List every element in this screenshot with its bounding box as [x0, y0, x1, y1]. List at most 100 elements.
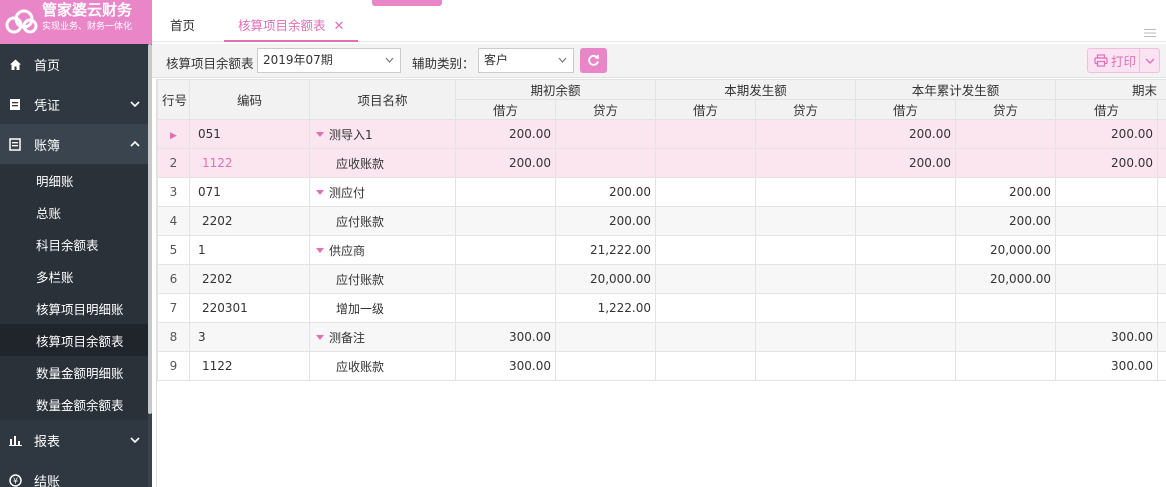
table-row[interactable]: ▶ 051 测导入1 200.00 200.00 200.00 — [157, 119, 1166, 149]
balance-grid: 行号 编码 项目名称 期初余额 本期发生额 本年累计发生额 期末 借方 贷方 借… — [156, 79, 1166, 487]
sub-item-project-detail[interactable]: 核算项目明细账 — [0, 292, 152, 324]
table-row[interactable]: 7 220301 增加一级 1,222.00 — [157, 293, 1166, 323]
main-area: 首页 核算项目余额表 ✕ 核算项目余额表 2019年07期 辅助类别： 客户 打… — [152, 0, 1166, 487]
expand-triangle-icon[interactable] — [316, 189, 324, 195]
table-row[interactable]: 9 1122 应收账款 300.00 300.00 — [157, 351, 1166, 381]
cell-cl-d — [1055, 177, 1159, 207]
cell-rownum: 4 — [157, 206, 190, 236]
header-accent-button[interactable] — [372, 0, 442, 6]
cell-rownum: 2 — [157, 148, 190, 178]
cell-project-name[interactable]: 应收账款 — [309, 351, 456, 381]
cell-project-name[interactable]: 应付账款 — [309, 206, 456, 236]
refresh-icon — [588, 54, 599, 66]
cell-rownum: 3 — [157, 177, 190, 207]
expand-triangle-icon[interactable] — [316, 131, 324, 137]
cell-ob-c: 20,000.00 — [554, 264, 657, 294]
sub-item-general-ledger[interactable]: 总账 — [0, 196, 152, 228]
cell-project-name[interactable]: 供应商 — [309, 235, 456, 265]
cell-ytd-d: 200.00 — [855, 148, 957, 178]
project-name-label: 测备注 — [329, 330, 366, 345]
project-name-label: 应收账款 — [336, 359, 385, 374]
cell-project-name[interactable]: 测导入1 — [309, 119, 456, 149]
chevron-down-icon — [1145, 58, 1154, 64]
table-row[interactable]: 6 2202 应付账款 20,000.00 20,000.00 — [157, 264, 1166, 294]
brand-logo[interactable]: 管家婆云财务 实现业务、财务一体化 — [0, 0, 152, 44]
cell-project-name[interactable]: 应收账款 — [309, 148, 456, 178]
tab-project-balance[interactable]: 核算项目余额表 ✕ — [224, 10, 359, 42]
cell-ytd-c: 200.00 — [955, 177, 1057, 207]
cell-ob-c: 200.00 — [554, 206, 657, 236]
cell-project-name[interactable]: 测备注 — [309, 322, 456, 352]
toolbar: 核算项目余额表 2019年07期 辅助类别： 客户 打印 — [152, 44, 1166, 78]
refresh-button[interactable] — [580, 48, 607, 73]
menu-list-icon[interactable] — [1144, 28, 1156, 38]
cell-cp-d — [655, 235, 757, 265]
project-name-label: 供应商 — [329, 243, 366, 258]
cell-cp-c — [755, 119, 857, 149]
cell-code[interactable]: 2202 — [189, 206, 310, 236]
cell-cl-d: 200.00 — [1055, 119, 1159, 149]
expand-triangle-icon[interactable] — [316, 247, 324, 253]
chevron-up-icon — [130, 140, 140, 147]
cell-project-name[interactable]: 测应付 — [309, 177, 456, 207]
close-icon[interactable]: ✕ — [334, 19, 345, 34]
sub-item-account-balance[interactable]: 科目余额表 — [0, 228, 152, 260]
nav-item-home[interactable]: 首页 — [0, 44, 152, 84]
cell-rownum: 6 — [157, 264, 190, 294]
table-row[interactable]: 4 2202 应付账款 200.00 200.00 — [157, 206, 1166, 236]
table-body: ▶ 051 测导入1 200.00 200.00 200.00 2 1122 应收账款 200.0… — [157, 119, 1166, 381]
cell-code[interactable]: 051 — [189, 119, 310, 149]
cell-code[interactable]: 1122 — [189, 351, 310, 381]
sub-item-qty-amount-balance[interactable]: 数量金额余额表 — [0, 388, 152, 420]
cell-rownum: 7 — [157, 293, 190, 323]
tab-project-balance-label: 核算项目余额表 — [238, 18, 326, 33]
cell-cl-c — [1157, 119, 1166, 149]
aux-category-select[interactable]: 客户 — [478, 48, 574, 73]
cell-cp-c — [755, 148, 857, 178]
chevron-down-icon — [558, 57, 567, 63]
brand-title: 管家婆云财务 — [42, 0, 133, 19]
cell-ytd-d — [855, 264, 957, 294]
report-icon — [8, 433, 22, 447]
cell-project-name[interactable]: 应付账款 — [309, 264, 456, 294]
table-row[interactable]: 8 3 测备注 300.00 300.00 — [157, 322, 1166, 352]
table-row[interactable]: 3 071 测应付 200.00 200.00 — [157, 177, 1166, 207]
cell-cl-d: 300.00 — [1055, 322, 1159, 352]
project-name-label: 测应付 — [329, 185, 366, 200]
cell-cp-c — [755, 293, 857, 323]
cell-cl-d — [1055, 235, 1159, 265]
nav-item-voucher[interactable]: 凭证 — [0, 84, 152, 124]
print-dropdown-button[interactable] — [1140, 57, 1159, 65]
nav-item-close-account[interactable]: ¥ 结账 — [0, 460, 152, 487]
sub-item-qty-amount-detail[interactable]: 数量金额明细账 — [0, 356, 152, 388]
cell-code[interactable]: 1 — [189, 235, 310, 265]
cell-cp-c — [755, 177, 857, 207]
top-header — [152, 0, 1166, 10]
app-window: 管家婆云财务 实现业务、财务一体化 首页 凭证 账簿 明细账 总账 科目余额表 … — [0, 0, 1166, 487]
sub-item-project-balance[interactable]: 核算项目余额表 — [0, 324, 152, 356]
expand-triangle-icon[interactable] — [316, 334, 324, 340]
sub-item-detail-ledger[interactable]: 明细账 — [0, 164, 152, 196]
cell-cl-d — [1055, 206, 1159, 236]
project-name-label: 应付账款 — [336, 214, 385, 229]
col-header-closing-credit — [1157, 99, 1166, 120]
col-header-ytd-debit: 借方 — [855, 99, 957, 120]
cell-code[interactable]: 3 — [189, 322, 310, 352]
table-row[interactable]: 5 1 供应商 21,222.00 20,000.00 — [157, 235, 1166, 265]
period-select[interactable]: 2019年07期 — [257, 48, 401, 73]
cell-project-name[interactable]: 增加一级 — [309, 293, 456, 323]
cell-code[interactable]: 2202 — [189, 264, 310, 294]
cell-cp-c — [755, 206, 857, 236]
tab-home[interactable]: 首页 — [156, 10, 209, 42]
aux-category-label: 辅助类别： — [412, 56, 475, 71]
cell-ytd-c: 20,000.00 — [955, 235, 1057, 265]
cell-code[interactable]: 071 — [189, 177, 310, 207]
nav-item-ledger[interactable]: 账簿 — [0, 124, 152, 164]
cell-code[interactable]: 1122 — [189, 148, 310, 178]
chevron-down-icon — [385, 57, 394, 63]
nav-item-reports[interactable]: 报表 — [0, 420, 152, 460]
cell-code[interactable]: 220301 — [189, 293, 310, 323]
sub-item-multi-column[interactable]: 多栏账 — [0, 260, 152, 292]
print-button[interactable]: 打印 — [1088, 49, 1140, 72]
table-row[interactable]: 2 1122 应收账款 200.00 200.00 200.00 — [157, 148, 1166, 178]
